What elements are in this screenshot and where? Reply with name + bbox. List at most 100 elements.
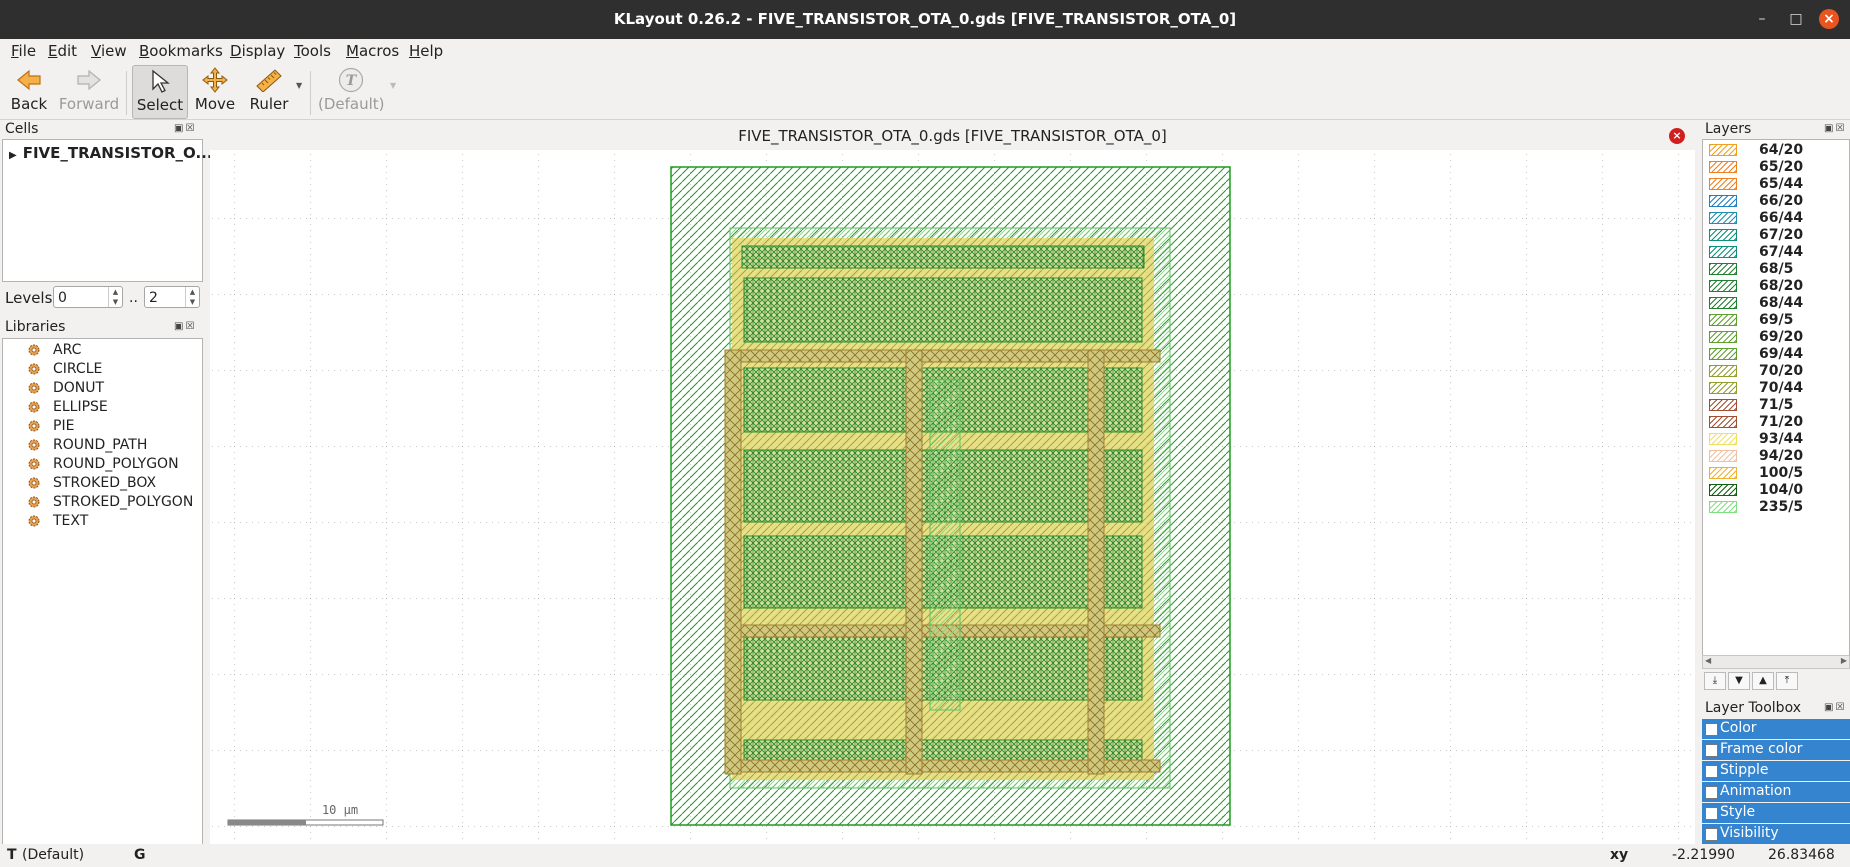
libraries-dock-buttons[interactable]: ▣ ☒: [174, 321, 198, 333]
close-icon[interactable]: ×: [1819, 9, 1839, 29]
layer-row[interactable]: 64/20: [1705, 142, 1845, 159]
library-item[interactable]: ARC: [27, 342, 81, 358]
layer-row[interactable]: 66/44: [1705, 210, 1845, 227]
layer-row[interactable]: 94/20: [1705, 448, 1845, 465]
library-item[interactable]: TEXT: [27, 513, 88, 529]
toolbox-checkbox[interactable]: [1705, 807, 1718, 820]
levels-separator: ..: [129, 290, 138, 306]
scroll-right-icon[interactable]: ▶: [1841, 656, 1847, 665]
layout-row: [743, 739, 1143, 763]
layer-row[interactable]: 100/5: [1705, 465, 1845, 482]
menu-tools[interactable]: Tools: [294, 42, 331, 60]
default-mode-button[interactable]: T (Default): [318, 65, 385, 117]
layer-row[interactable]: 67/20: [1705, 227, 1845, 244]
layers-dock-buttons[interactable]: ▣ ☒: [1824, 123, 1848, 135]
layer-row[interactable]: 69/44: [1705, 346, 1845, 363]
layer-row[interactable]: 104/0: [1705, 482, 1845, 499]
level-to-input[interactable]: 2 ▲ ▼: [144, 286, 200, 308]
ruler-button[interactable]: Ruler: [244, 65, 294, 117]
layers-hscrollbar[interactable]: ◀ ▶: [1702, 655, 1850, 669]
scroll-left-icon[interactable]: ◀: [1705, 656, 1711, 665]
back-button[interactable]: Back: [8, 65, 50, 117]
library-item[interactable]: ROUND_PATH: [27, 437, 147, 453]
layer-row[interactable]: 93/44: [1705, 431, 1845, 448]
toolbox-item[interactable]: Style: [1702, 803, 1850, 823]
layer-row[interactable]: 71/5: [1705, 397, 1845, 414]
layer-row[interactable]: 70/44: [1705, 380, 1845, 397]
layer-row[interactable]: 65/20: [1705, 159, 1845, 176]
level-to-stepper[interactable]: ▲ ▼: [185, 287, 199, 307]
cells-tree[interactable]: ▶ FIVE_TRANSISTOR_O...: [2, 139, 213, 282]
library-item[interactable]: DONUT: [27, 380, 104, 396]
library-item[interactable]: CIRCLE: [27, 361, 102, 377]
library-item[interactable]: ELLIPSE: [27, 399, 108, 415]
toolbox-checkbox[interactable]: [1705, 723, 1718, 736]
library-item[interactable]: ROUND_POLYGON: [27, 456, 179, 472]
menu-bookmarks[interactable]: Bookmarks: [139, 42, 223, 60]
forward-button[interactable]: Forward: [58, 65, 120, 117]
layout-drawing[interactable]: 10 µm: [210, 150, 1695, 844]
toolbox-checkbox[interactable]: [1705, 786, 1718, 799]
viewport-tab: FIVE_TRANSISTOR_OTA_0.gds [FIVE_TRANSIST…: [210, 122, 1695, 150]
select-button[interactable]: Select: [132, 65, 188, 119]
layout-canvas[interactable]: 10 µm: [210, 150, 1695, 844]
toolbox-item[interactable]: Animation: [1702, 782, 1850, 802]
toolbox-checkbox[interactable]: [1705, 765, 1718, 778]
layer-row[interactable]: 69/5: [1705, 312, 1845, 329]
move-down-icon[interactable]: ▼: [1728, 672, 1750, 690]
library-item[interactable]: STROKED_POLYGON: [27, 494, 193, 510]
layer-row[interactable]: 68/5: [1705, 261, 1845, 278]
window-title: KLayout 0.26.2 - FIVE_TRANSISTOR_OTA_0.g…: [613, 10, 1237, 28]
ruler-icon: [244, 65, 294, 95]
toolbox-label: Animation: [1720, 783, 1792, 799]
layer-swatch: [1709, 365, 1737, 377]
level-from-stepper[interactable]: ▲ ▼: [108, 287, 122, 307]
maximize-icon[interactable]: □: [1786, 9, 1806, 29]
scale-label: 10 µm: [322, 803, 358, 817]
move-to-top-icon[interactable]: ⤒: [1776, 672, 1798, 690]
layer-row[interactable]: 68/44: [1705, 295, 1845, 312]
menu-edit[interactable]: Edit: [48, 42, 77, 60]
libraries-list[interactable]: ARC CIRCLE DONUT ELLIPSE PIE ROUND_PATH ROUND_…: [2, 338, 203, 845]
library-item[interactable]: STROKED_BOX: [27, 475, 156, 491]
layer-swatch: [1709, 229, 1737, 241]
layer-order-buttons: ⤓ ▼ ▲ ⤒: [1704, 672, 1824, 690]
layer-row[interactable]: 65/44: [1705, 176, 1845, 193]
toolbox-item[interactable]: Color: [1702, 719, 1850, 739]
move-to-bottom-icon[interactable]: ⤓: [1704, 672, 1726, 690]
expand-icon[interactable]: ▶: [9, 150, 17, 161]
layer-swatch: [1709, 178, 1737, 190]
toolbox-checkbox[interactable]: [1705, 744, 1718, 757]
library-item[interactable]: PIE: [27, 418, 74, 434]
top-cell-item[interactable]: ▶ FIVE_TRANSISTOR_O...: [9, 144, 213, 162]
menu-view[interactable]: View: [91, 42, 127, 60]
toolbox-item[interactable]: Frame color: [1702, 740, 1850, 760]
layer-swatch: [1709, 297, 1737, 309]
layers-list[interactable]: 64/20 65/20 65/44 66/20 66/44 67/20 67/44 68/5 6…: [1702, 139, 1850, 665]
layer-toolbox-dock-buttons[interactable]: ▣ ☒: [1824, 702, 1848, 714]
menu-display[interactable]: Display: [230, 42, 285, 60]
layer-row[interactable]: 71/20: [1705, 414, 1845, 431]
layer-row[interactable]: 66/20: [1705, 193, 1845, 210]
move-button[interactable]: Move: [192, 65, 238, 117]
menu-macros[interactable]: Macros: [346, 42, 399, 60]
minimize-icon[interactable]: –: [1752, 9, 1772, 29]
ruler-dropdown-icon[interactable]: ▼: [296, 81, 302, 90]
toolbox-item[interactable]: Stipple: [1702, 761, 1850, 781]
menu-file[interactable]: File: [11, 42, 36, 60]
layer-row[interactable]: 67/44: [1705, 244, 1845, 261]
toolbox-item[interactable]: Visibility: [1702, 824, 1850, 844]
layer-row[interactable]: 235/5: [1705, 499, 1845, 516]
close-tab-icon[interactable]: ×: [1669, 128, 1685, 144]
toolbox-checkbox[interactable]: [1705, 828, 1718, 841]
cells-dock-buttons[interactable]: ▣ ☒: [174, 123, 198, 135]
back-arrow-icon: [8, 65, 50, 95]
layer-name: 70/44: [1759, 380, 1804, 396]
layer-row[interactable]: 68/20: [1705, 278, 1845, 295]
menu-help[interactable]: Help: [409, 42, 443, 60]
layer-row[interactable]: 70/20: [1705, 363, 1845, 380]
default-dropdown-icon[interactable]: ▼: [390, 81, 396, 90]
layer-row[interactable]: 69/20: [1705, 329, 1845, 346]
level-from-input[interactable]: 0 ▲ ▼: [53, 286, 123, 308]
move-up-icon[interactable]: ▲: [1752, 672, 1774, 690]
